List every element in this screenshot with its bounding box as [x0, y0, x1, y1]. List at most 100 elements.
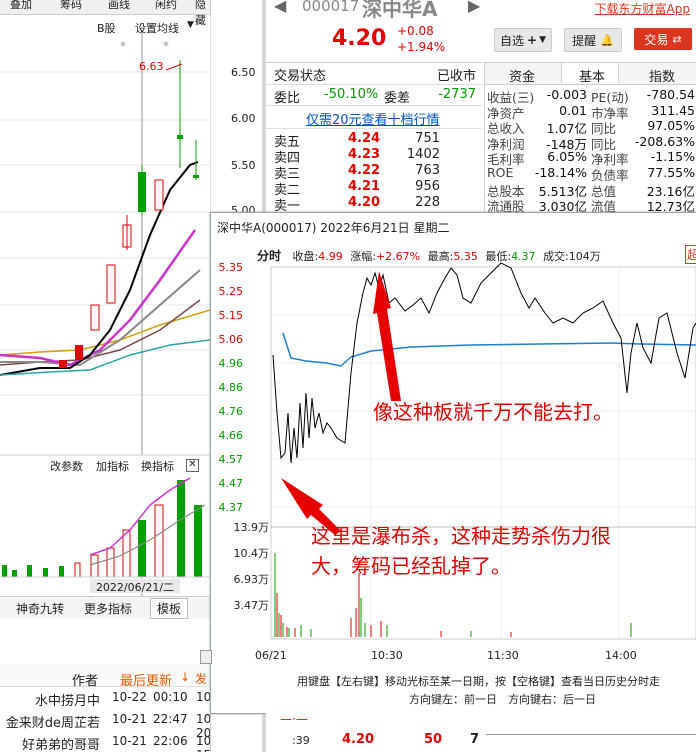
alert-button[interactable]: 提醒 🔔 [564, 28, 622, 52]
scroll-handle[interactable] [200, 650, 212, 664]
kline-chart: * * [0, 14, 210, 600]
y-tick: 4.57 [218, 453, 244, 466]
sort-down-icon[interactable]: ↓ [180, 670, 190, 684]
x-tick: 14:00 [605, 649, 637, 662]
y-tick: 4.66 [218, 429, 244, 442]
edit-params-button[interactable]: 改参数 [50, 458, 83, 474]
annotation-text: 这里是瀑布杀，这种走势杀伤力很 [311, 524, 611, 548]
price-change-pct: +1.94% [397, 40, 446, 54]
fundamental-row: 净利润 -148万 同比 -208.63% [485, 134, 696, 152]
ask-row: 卖五 4.24 751 [274, 131, 440, 150]
trade-button[interactable]: 交易 ⇄ [634, 28, 692, 50]
x-tick: 10:30 [371, 649, 403, 662]
wei-cha-value: -2737 [438, 87, 476, 102]
exchange-icon: ⇄ [672, 32, 682, 46]
annotation-text: 大，筹码已经乱掉了。 [311, 554, 511, 578]
comment-list: 作者 最后更新 ↓ 发 水中捞月中 10-22 00:10 10- 金来财de周… [0, 664, 210, 752]
last-update-column-header[interactable]: 最后更新 [120, 670, 172, 689]
tab-template[interactable]: 模板 [150, 598, 189, 619]
fundamental-row: 流通股 3.030亿 流值 12.73亿 [485, 196, 696, 214]
x-tick: 06/21 [255, 649, 287, 662]
fundamental-row: 净资产 0.01 市净率 311.45 [485, 102, 696, 121]
svg-text:*: * [120, 39, 126, 53]
list-item[interactable]: 好弟弟的哥哥 10-21 22:06 10-15 [0, 734, 210, 752]
fundamental-row: ROE -18.14% 负债率 77.55% [485, 164, 696, 183]
y-tick: 4.86 [218, 381, 244, 394]
price-axis: 5.35 5.25 5.15 5.06 4.96 4.86 4.76 4.66 4.57 4.47… [211, 261, 269, 521]
order-book: 交易状态 已收市 委比 -50.10% 委差 -2737 仅需20元查看十档行情… [266, 62, 482, 214]
add-watchlist-button[interactable]: 自选 + ▼ [494, 28, 552, 52]
list-item[interactable]: 水中捞月中 10-22 00:10 10- [0, 690, 210, 709]
kline-panel: * * 叠加 筹码 画线 闲约 隐藏 B股 设置均线 ▼ 6.63 改参数 加指… [0, 0, 211, 752]
wei-bi-value: -50.10% [324, 87, 379, 102]
b-share-label[interactable]: B股 [97, 20, 116, 36]
tab-period[interactable]: 闲约 [155, 0, 177, 12]
fundamental-row: 毛利率 6.05% 净利率 -1.15% [485, 149, 696, 167]
y-tick: 5.25 [218, 285, 244, 298]
ask-row: 卖二 4.21 956 [274, 179, 440, 198]
cursor-date-label: 2022/06/21/二 [90, 579, 180, 594]
wei-cha-label: 委差 [384, 91, 411, 106]
volume-tick: 3.47万 [233, 599, 270, 612]
svg-text:*: * [163, 39, 169, 53]
fundamental-k1: ROE [487, 164, 514, 180]
intraday-popup: 深中华A(000017) 2022年6月21日 星期二 超 分时 收盘:4.99… [210, 212, 696, 714]
tab-hide[interactable]: 隐藏 [195, 0, 210, 28]
indicator-toolbar: 改参数 加指标 换指标 ✕ [0, 457, 210, 473]
stock-header: ◀ 000017 深中华A ▶ 下载东方财富App 4.20 +0.08 +1.… [266, 0, 696, 62]
y-tick: 4.76 [218, 405, 244, 418]
switch-indicator-button[interactable]: 换指标 [141, 458, 174, 474]
add-indicator-button[interactable]: 加指标 [96, 458, 129, 474]
set-ma-button[interactable]: 设置均线 [135, 20, 179, 36]
y-tick: 5.15 [218, 309, 244, 322]
wei-bi-label: 委比 [274, 91, 301, 106]
author-column-header[interactable]: 作者 [72, 670, 98, 689]
indicator-tabs: 神奇九转 更多指标 模板 [0, 596, 210, 619]
intraday-chart [270, 262, 696, 640]
fundamental-v1: 6.05% [547, 149, 587, 165]
high-price-label: 6.63 [139, 60, 164, 73]
tick-list: —·— :39 4.20 50 7 [266, 712, 696, 752]
fundamental-row: 收益(三) -0.003 PE(动) -780.54 [485, 87, 696, 105]
prev-stock-icon[interactable]: ◀ [274, 0, 286, 15]
fundamental-v2: 311.45 [651, 102, 695, 118]
fundamental-v2: 97.05% [647, 118, 695, 134]
volume-tick: 13.9万 [233, 521, 270, 534]
tab-chips[interactable]: 筹码 [60, 0, 82, 12]
next-stock-icon[interactable]: ▶ [468, 0, 480, 15]
fundamentals-panel: 资金 基本 指数 收益(三) -0.003 PE(动) -780.54 净资产 0.01 市… [484, 62, 696, 214]
tab-overlay[interactable]: 叠加 [10, 0, 32, 12]
x-tick: 11:30 [487, 649, 519, 662]
volume-tick: 10.4万 [233, 547, 270, 560]
y-tick: 5.35 [218, 261, 244, 274]
tab-magic-nine[interactable]: 神奇九转 [16, 600, 64, 617]
tab-draw[interactable]: 画线 [108, 0, 130, 12]
tab-index[interactable]: 指数 [649, 66, 675, 85]
price-change: +0.08 [397, 24, 434, 38]
fundamental-v2: -780.54 [646, 87, 695, 102]
level2-link[interactable]: 仅需20元查看十档行情 [306, 109, 440, 128]
tab-capital[interactable]: 资金 [509, 66, 535, 85]
y-tick: 4.96 [218, 357, 244, 370]
trade-status-label: 交易状态 [274, 69, 327, 84]
fundamental-v1: 0.01 [559, 102, 587, 118]
tab-basic[interactable]: 基本 [579, 66, 605, 85]
kline-price-axis: 6.50 6.00 5.50 5.00 [210, 14, 263, 217]
ask-row: 卖三 4.22 763 [274, 163, 440, 182]
fundamental-v1: -0.003 [546, 87, 587, 102]
popup-hint-keys: 方向键左：前一日 方向键右：后一日 [409, 693, 596, 706]
tick-row: :39 4.20 50 7 [266, 730, 696, 750]
ask-row: 卖一 4.20 228 [274, 195, 440, 214]
plus-icon: + [527, 33, 538, 47]
download-app-link[interactable]: 下载东方财富App [595, 0, 690, 17]
list-item[interactable]: 金来财de周芷若 10-21 22:47 10-20 [0, 712, 210, 740]
tab-more-indicators[interactable]: 更多指标 [84, 600, 132, 617]
chevron-down-icon: ▼ [539, 35, 546, 45]
trade-status-value: 已收市 [436, 69, 476, 84]
fundamental-row: 总股本 5.513亿 总值 23.16亿 [485, 181, 696, 199]
close-icon[interactable]: ✕ [186, 459, 199, 472]
bell-icon: 🔔 [600, 33, 614, 47]
fundamental-row: 总收入 1.07亿 同比 97.05% [485, 118, 696, 136]
popup-hint: 用键盘【左右键】移动光标至某一日期，按【空格键】查看当日历史分时走 [297, 675, 660, 688]
chevron-down-icon[interactable]: ▼ [187, 20, 194, 30]
